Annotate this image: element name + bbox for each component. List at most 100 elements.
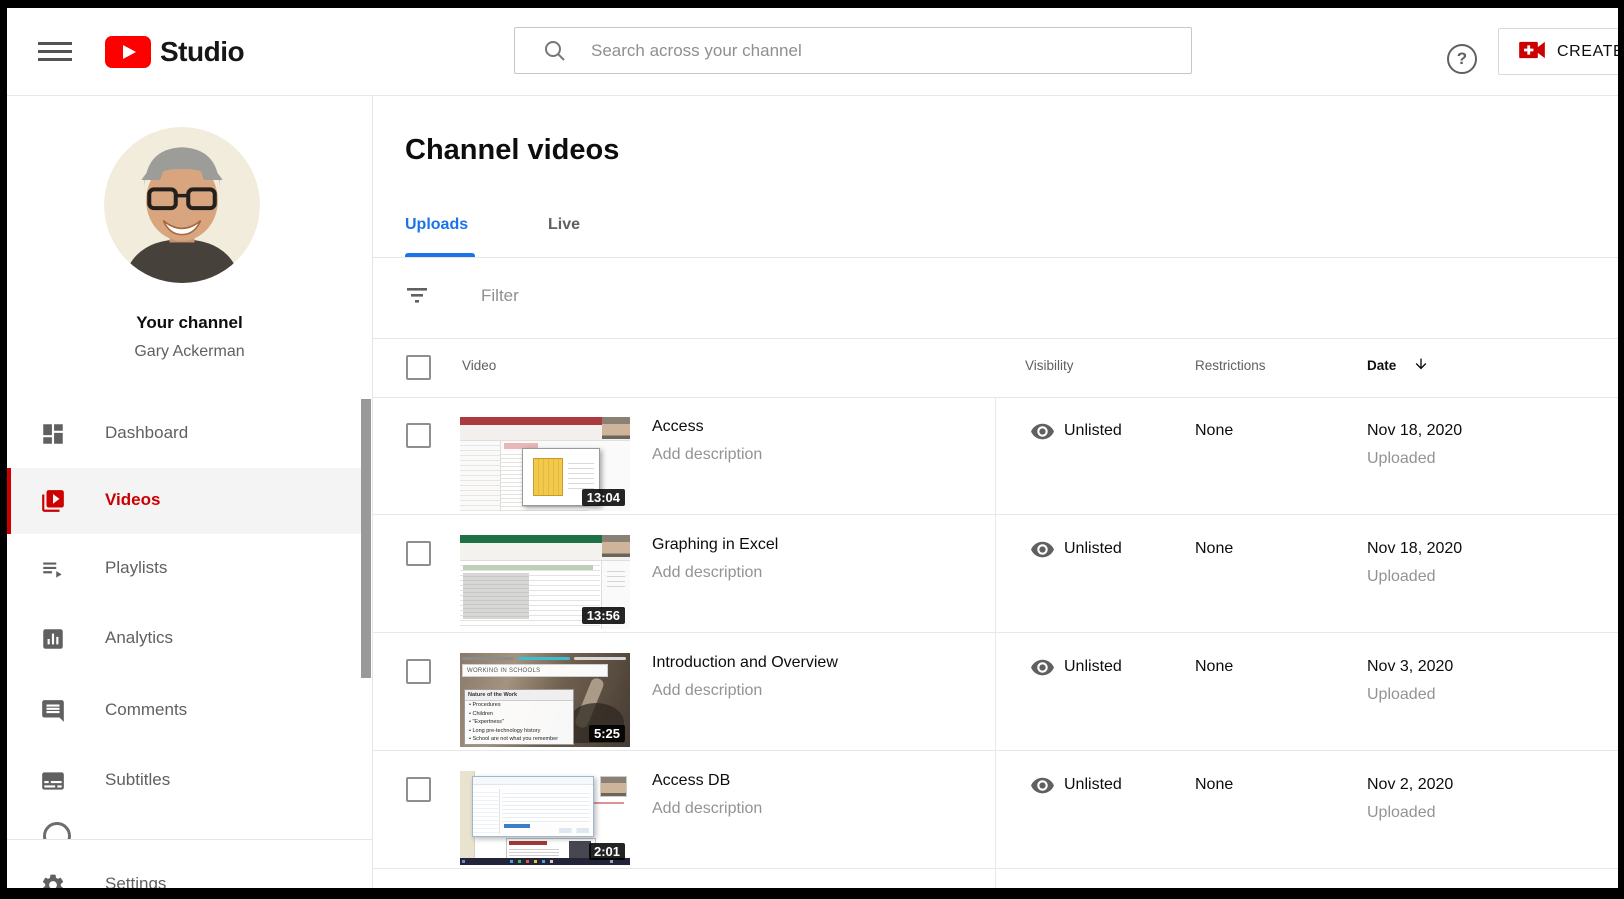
- channel-search-box[interactable]: [514, 27, 1192, 74]
- search-icon: [543, 39, 567, 68]
- date-type: Uploaded: [1367, 568, 1436, 585]
- video-thumbnail[interactable]: 13:56: [460, 535, 630, 629]
- visibility-eye-icon: [1030, 537, 1055, 562]
- visibility-eye-icon: [1030, 419, 1055, 444]
- copyright-icon: [43, 822, 71, 839]
- visibility-value: Unlisted: [1064, 658, 1122, 675]
- sidebar-item-label: Comments: [105, 700, 188, 719]
- video-title[interactable]: Access: [652, 418, 704, 436]
- sidebar-item-comments[interactable]: Comments: [7, 678, 365, 744]
- hamburger-icon: [38, 42, 72, 45]
- visibility-eye-icon: [1030, 655, 1055, 680]
- restrictions-value: None: [1195, 422, 1234, 439]
- video-thumbnail[interactable]: WORKING IN SCHOOLS Nature of the Work Pr…: [460, 653, 630, 747]
- filter-icon: [405, 285, 429, 310]
- visibility-value: Unlisted: [1064, 776, 1122, 793]
- search-input[interactable]: [589, 32, 1153, 70]
- video-title[interactable]: Access DB: [652, 772, 730, 790]
- video-description-placeholder[interactable]: Add description: [652, 682, 762, 700]
- comments-icon: [40, 698, 66, 724]
- duration-badge: 13:04: [581, 489, 625, 506]
- row-checkbox[interactable]: [406, 659, 431, 684]
- sidebar-item-label: Settings: [105, 874, 167, 888]
- column-header-restrictions[interactable]: Restrictions: [1195, 358, 1266, 373]
- create-label: CREATE: [1557, 42, 1618, 60]
- video-description-placeholder[interactable]: Add description: [652, 800, 762, 818]
- sidebar-item-playlists[interactable]: Playlists: [7, 536, 365, 602]
- duration-badge: 13:56: [581, 607, 625, 624]
- slide-title: WORKING IN SCHOOLS: [462, 664, 608, 677]
- video-description-placeholder[interactable]: Add description: [652, 446, 762, 464]
- help-button[interactable]: ?: [1447, 44, 1477, 74]
- webcam-face: [602, 417, 630, 439]
- sidebar-item-label: Subtitles: [105, 770, 171, 789]
- video-title[interactable]: Introduction and Overview: [652, 654, 838, 672]
- sort-desc-icon[interactable]: [1413, 356, 1429, 377]
- sidebar-item-label: Playlists: [105, 558, 168, 577]
- explorer-window: [472, 776, 594, 837]
- screenshot-frame: Studio ? CREATE: [0, 0, 1624, 899]
- sidebar-item-videos[interactable]: Videos: [7, 468, 365, 534]
- restrictions-value: None: [1195, 540, 1234, 557]
- logo-text: Studio: [160, 36, 245, 67]
- sidebar-item-analytics[interactable]: Analytics: [7, 606, 365, 672]
- visibility-value: Unlisted: [1064, 540, 1122, 557]
- analytics-icon: [40, 626, 66, 652]
- main-content: Channel videos Uploads Live Video Visibi…: [373, 96, 1618, 888]
- app-body: Your channel Gary Ackerman Dashboard Vid…: [7, 96, 1618, 888]
- filter-input[interactable]: [479, 282, 983, 310]
- visibility-eye-icon: [1030, 773, 1055, 798]
- row-checkbox[interactable]: [406, 541, 431, 566]
- visibility-value: Unlisted: [1064, 422, 1122, 439]
- slide-bullet-box: Nature of the Work Procedures Children "…: [464, 689, 574, 745]
- date-value: Nov 18, 2020: [1367, 422, 1463, 439]
- video-table-rows: 13:04 Access Add description Unlisted No…: [373, 397, 1618, 869]
- video-thumbnail[interactable]: 2:01: [460, 771, 630, 865]
- video-thumbnail[interactable]: 13:04: [460, 417, 630, 511]
- dashboard-icon: [40, 421, 66, 447]
- youtube-studio-logo[interactable]: Studio: [105, 35, 245, 69]
- videos-icon: [40, 488, 66, 514]
- table-row[interactable]: WORKING IN SCHOOLS Nature of the Work Pr…: [373, 633, 1618, 751]
- subtitles-icon: [40, 768, 66, 794]
- table-row[interactable]: 2:01 Access DB Add description Unlisted …: [373, 751, 1618, 869]
- duration-badge: 2:01: [588, 843, 625, 860]
- hamburger-menu-button[interactable]: [38, 42, 72, 62]
- sidebar-divider: [7, 839, 372, 840]
- table-row[interactable]: 13:56 Graphing in Excel Add description …: [373, 515, 1618, 633]
- sidebar-item-label: Dashboard: [105, 423, 189, 442]
- column-header-date[interactable]: Date: [1367, 358, 1396, 373]
- sidebar-item-dashboard[interactable]: Dashboard: [7, 401, 365, 467]
- create-button[interactable]: CREATE: [1498, 28, 1618, 75]
- restrictions-value: None: [1195, 776, 1234, 793]
- gear-icon: [40, 872, 66, 888]
- date-type: Uploaded: [1367, 450, 1436, 467]
- webcam-face: [600, 776, 627, 797]
- sidebar-scrollbar[interactable]: [361, 399, 371, 678]
- row-checkbox[interactable]: [406, 423, 431, 448]
- channel-name: Gary Ackerman: [134, 343, 245, 360]
- sidebar-item-settings[interactable]: Settings: [7, 861, 365, 888]
- tab-live[interactable]: Live: [548, 216, 580, 234]
- avatar[interactable]: [104, 127, 260, 283]
- table-row[interactable]: 13:04 Access Add description Unlisted No…: [373, 397, 1618, 515]
- date-type: Uploaded: [1367, 686, 1436, 703]
- duration-badge: 5:25: [588, 725, 625, 742]
- tabs-divider: [373, 257, 1618, 258]
- select-all-checkbox[interactable]: [406, 355, 431, 380]
- video-title[interactable]: Graphing in Excel: [652, 536, 778, 554]
- tab-uploads[interactable]: Uploads: [405, 216, 468, 234]
- top-bar: Studio ? CREATE: [7, 8, 1618, 96]
- sidebar-item-subtitles[interactable]: Subtitles: [7, 748, 365, 814]
- table-header: Video Visibility Restrictions Date: [373, 339, 1618, 398]
- video-description-placeholder[interactable]: Add description: [652, 564, 762, 582]
- column-header-visibility[interactable]: Visibility: [1025, 358, 1074, 373]
- partially-visible-menu-icon: [43, 822, 73, 839]
- channel-label: Your channel: [136, 313, 243, 332]
- question-mark-glyph: ?: [1456, 49, 1468, 68]
- video-camera-plus-icon: [1518, 39, 1546, 64]
- date-value: Nov 18, 2020: [1367, 540, 1463, 557]
- column-header-video: Video: [462, 358, 497, 373]
- row-checkbox[interactable]: [406, 777, 431, 802]
- date-value: Nov 3, 2020: [1367, 658, 1454, 675]
